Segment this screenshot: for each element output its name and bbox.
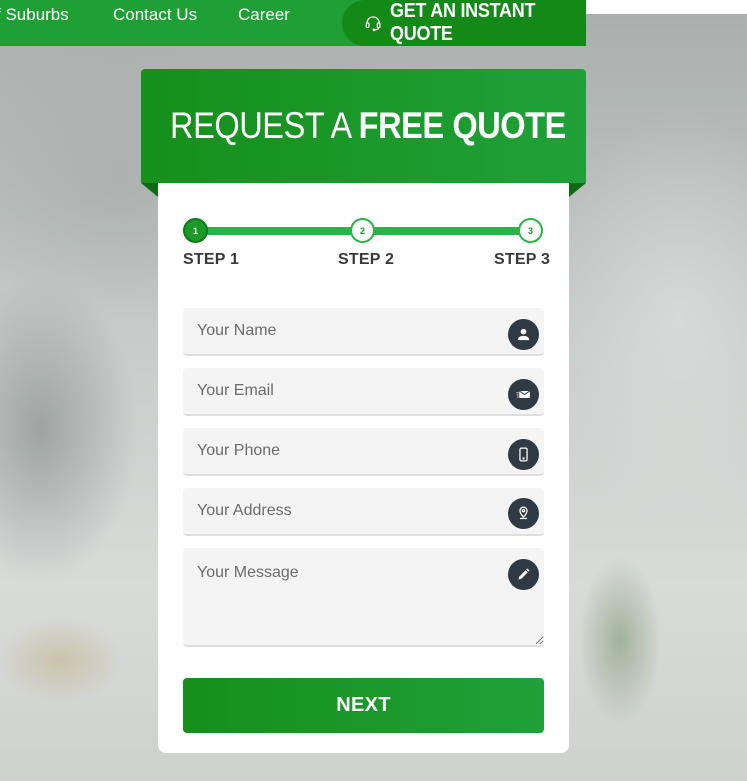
- pencil-icon: [508, 559, 539, 590]
- ribbon-fold-right: [569, 183, 586, 197]
- next-button[interactable]: NEXT: [183, 678, 544, 733]
- email-input[interactable]: [183, 368, 544, 416]
- instant-quote-label: GET AN INSTANT QUOTE: [390, 0, 536, 45]
- instant-quote-button[interactable]: GET AN INSTANT QUOTE: [342, 0, 586, 46]
- quote-card-title: REQUEST A FREE QUOTE: [170, 105, 566, 147]
- name-input[interactable]: [183, 308, 544, 356]
- step-1-dot: 1: [183, 218, 208, 243]
- step-2-dot: 2: [350, 218, 375, 243]
- nav-link-contact-us[interactable]: Contact Us: [113, 6, 197, 24]
- step-3-dot: 3: [518, 218, 543, 243]
- headset-icon: [365, 16, 381, 32]
- address-input[interactable]: [183, 488, 544, 536]
- location-pin-icon: [508, 498, 539, 529]
- step-1-label: STEP 1: [183, 251, 240, 268]
- top-navbar: f Suburbs Contact Us Career GET AN INSTA…: [0, 0, 586, 46]
- title-bold: FREE QUOTE: [358, 105, 566, 146]
- nav-link-suburbs[interactable]: f Suburbs: [0, 6, 69, 24]
- phone-input[interactable]: [183, 428, 544, 476]
- quote-card-header: REQUEST A FREE QUOTE: [141, 69, 586, 183]
- page-corner: [586, 0, 747, 14]
- title-regular: REQUEST A: [169, 105, 350, 146]
- nav-link-career[interactable]: Career: [238, 6, 290, 24]
- envelope-icon: [508, 379, 539, 410]
- step-2-label: STEP 2: [338, 251, 395, 268]
- message-textarea[interactable]: [183, 548, 544, 647]
- ribbon-fold-left: [141, 183, 158, 197]
- step-3-label: STEP 3: [494, 251, 551, 268]
- phone-icon: [508, 439, 539, 470]
- user-icon: [508, 319, 539, 350]
